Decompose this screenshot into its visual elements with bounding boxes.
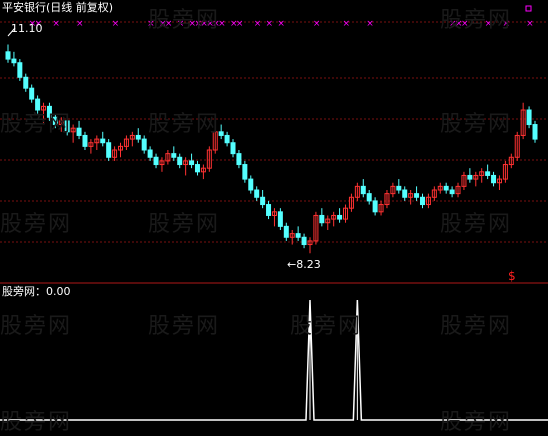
candle-body bbox=[147, 149, 153, 158]
signal-marker: × bbox=[526, 19, 534, 29]
candle-body bbox=[52, 116, 58, 126]
signal-marker bbox=[525, 5, 532, 12]
candle-body bbox=[242, 164, 248, 180]
signal-marker: × bbox=[147, 19, 155, 29]
candle-body bbox=[402, 189, 408, 198]
candlestick-series bbox=[5, 44, 538, 254]
candle-body bbox=[76, 127, 82, 136]
candle-body bbox=[485, 171, 491, 176]
candle-body bbox=[82, 134, 88, 147]
candle-body bbox=[23, 76, 29, 89]
candle-body bbox=[135, 134, 141, 140]
candle-body bbox=[11, 58, 17, 64]
indicator-label: 股旁网：0.00 bbox=[2, 285, 71, 298]
signal-marker: × bbox=[236, 19, 244, 29]
candle-body bbox=[46, 105, 52, 118]
chart-canvas: ×× × × × × ×× × ×××××× ×× × × × × × × ××× × × × $ bbox=[0, 5, 548, 421]
candle-body bbox=[5, 51, 11, 60]
candle-body bbox=[277, 211, 283, 227]
candle-body bbox=[100, 138, 106, 144]
candle-body bbox=[230, 142, 236, 155]
high-price-label: 11.10 bbox=[4, 23, 43, 35]
candle-body bbox=[443, 185, 449, 191]
low-price-label: ←8.23 bbox=[287, 258, 321, 271]
candle-body bbox=[449, 189, 455, 195]
candle-body bbox=[319, 214, 325, 224]
signal-marker: × bbox=[165, 19, 173, 29]
signal-marker: × bbox=[218, 19, 226, 29]
candle-body bbox=[301, 236, 307, 246]
candle-body bbox=[372, 200, 378, 213]
signal-marker: × bbox=[461, 19, 469, 29]
signal-marker: × bbox=[313, 19, 321, 29]
candle-body bbox=[491, 174, 497, 184]
candle-body bbox=[254, 189, 260, 198]
candle-body bbox=[248, 178, 254, 191]
indicator-line bbox=[0, 299, 548, 421]
candle-body bbox=[337, 214, 343, 220]
candle-body bbox=[467, 174, 473, 180]
signal-marker: × bbox=[52, 19, 60, 29]
candle-body bbox=[171, 153, 177, 158]
candle-body bbox=[526, 109, 532, 126]
candle-body bbox=[224, 134, 230, 144]
chart-title: 平安银行(日线 前复权) bbox=[2, 1, 114, 14]
candle-body bbox=[17, 62, 23, 78]
candle-body bbox=[194, 164, 200, 173]
indicator-series bbox=[0, 299, 548, 421]
candle-body bbox=[396, 185, 402, 191]
candle-body bbox=[295, 233, 301, 238]
signal-marker: × bbox=[112, 19, 120, 29]
signal-marker: × bbox=[277, 19, 285, 29]
signal-marker: × bbox=[502, 19, 510, 29]
high-price-value: 11.10 bbox=[11, 22, 43, 35]
candle-body bbox=[260, 196, 266, 206]
signal-marker: × bbox=[485, 19, 493, 29]
candle-body bbox=[266, 204, 272, 216]
candle-body bbox=[177, 156, 183, 166]
candle-body bbox=[236, 153, 242, 166]
candle-body bbox=[419, 196, 425, 206]
signal-marker: × bbox=[177, 19, 185, 29]
candle-body bbox=[29, 87, 35, 100]
signal-marker: × bbox=[266, 19, 274, 29]
signal-marker: × bbox=[366, 19, 374, 29]
candle-body bbox=[283, 225, 289, 238]
signal-marker: × bbox=[254, 19, 262, 29]
candle-body bbox=[189, 160, 195, 166]
candle-body bbox=[64, 120, 70, 133]
candle-body bbox=[218, 131, 224, 136]
candle-body bbox=[106, 142, 112, 158]
candle-body bbox=[366, 193, 372, 202]
signal-marker: × bbox=[76, 19, 84, 29]
candle-body bbox=[360, 185, 366, 195]
candle-body bbox=[414, 193, 420, 198]
candle-body bbox=[532, 124, 538, 140]
signal-glyph: $ bbox=[508, 269, 516, 283]
signal-marker: × bbox=[343, 19, 351, 29]
candle-body bbox=[153, 156, 159, 166]
candle-body bbox=[35, 98, 41, 111]
candle-body bbox=[141, 138, 147, 151]
